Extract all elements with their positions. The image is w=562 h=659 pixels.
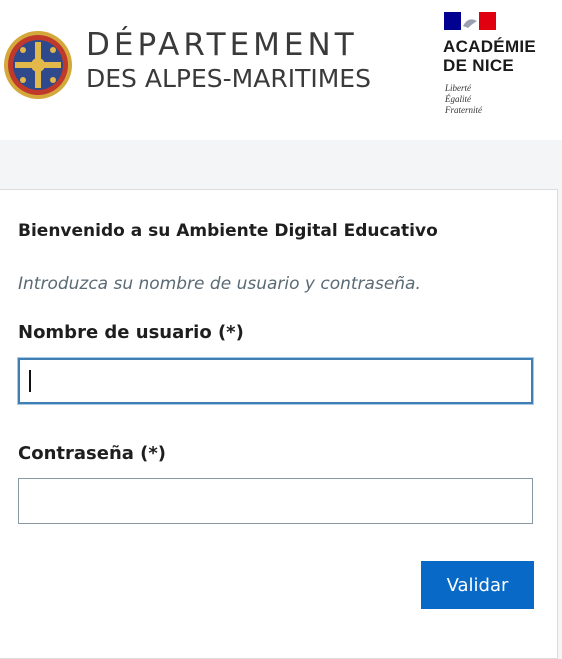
password-input[interactable] — [18, 478, 533, 524]
motto-egalite: Égalité — [445, 94, 471, 104]
marianne-flag-icon — [444, 12, 496, 30]
login-instructions: Introduzca su nombre de usuario y contra… — [18, 274, 421, 294]
username-label: Nombre de usuario (*) — [18, 322, 244, 343]
academie-line1: ACADÉMIE — [443, 37, 537, 56]
department-subtitle: DES ALPES-MARITIMES — [86, 64, 371, 93]
republic-motto: Liberté Égalité Fraternité — [445, 83, 482, 116]
academie-name: ACADÉMIE DE NICE — [443, 37, 536, 75]
academie-line2: DE NICE — [443, 56, 515, 75]
motto-liberte: Liberté — [445, 83, 471, 93]
username-input[interactable] — [18, 358, 533, 404]
department-emblem-icon — [4, 31, 72, 99]
welcome-heading: Bienvenido a su Ambiente Digital Educati… — [18, 221, 438, 241]
site-header: DÉPARTEMENT DES ALPES-MARITIMES ACADÉMIE… — [0, 0, 562, 140]
academie-logo: ACADÉMIE DE NICE Liberté Égalité Fratern… — [440, 12, 555, 132]
department-wordmark: DÉPARTEMENT DES ALPES-MARITIMES — [86, 27, 371, 93]
password-label: Contraseña (*) — [18, 443, 167, 464]
text-caret — [29, 370, 31, 392]
motto-fraternite: Fraternité — [445, 105, 482, 115]
validate-button[interactable]: Validar — [421, 561, 534, 609]
department-title: DÉPARTEMENT — [86, 27, 358, 63]
